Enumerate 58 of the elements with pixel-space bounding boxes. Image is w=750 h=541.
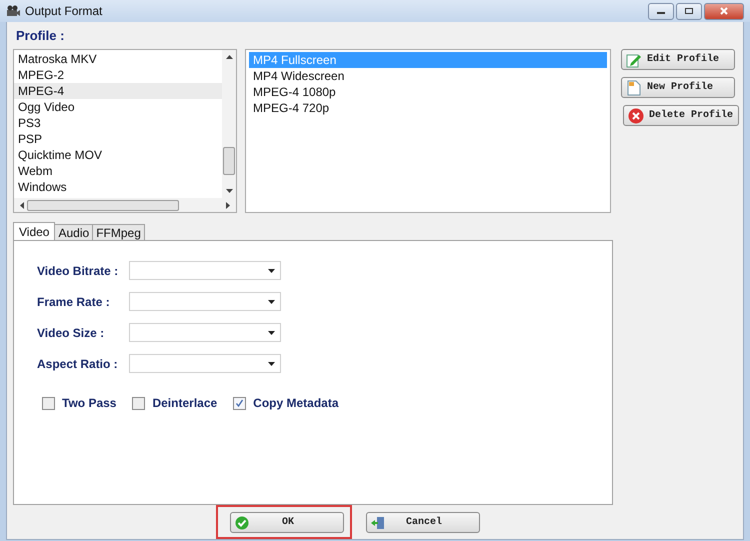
profile-item[interactable]: MPEG-4 1080p: [249, 84, 607, 100]
field-label: Video Size :: [37, 326, 106, 340]
format-item[interactable]: MPEG-2: [14, 67, 222, 83]
checkbox[interactable]: [42, 396, 55, 410]
checkbox-label: Two Pass: [62, 396, 116, 410]
scrollbar-thumb[interactable]: [223, 147, 235, 175]
format-item[interactable]: PSP: [14, 131, 222, 147]
profile-item[interactable]: MP4 Widescreen: [249, 68, 607, 84]
down-arrow-icon: [226, 189, 232, 194]
horizontal-scrollbar[interactable]: [14, 198, 236, 212]
scrollbar-thumb[interactable]: [27, 200, 179, 210]
format-item[interactable]: Windows: [14, 179, 222, 195]
format-item[interactable]: Matroska MKV: [14, 51, 222, 67]
up-arrow-icon: [226, 54, 232, 59]
dropdown-field[interactable]: [129, 354, 281, 373]
profile-label: Profile :: [16, 28, 64, 43]
maximize-button[interactable]: [676, 2, 702, 20]
format-item[interactable]: PS3: [14, 115, 222, 131]
delete-icon: [628, 108, 644, 124]
delete-profile-button[interactable]: Delete Profile: [623, 105, 739, 126]
cancel-button[interactable]: Cancel: [366, 512, 480, 533]
minimize-button[interactable]: [648, 2, 674, 20]
checkbox[interactable]: [233, 396, 246, 410]
checkbox-label: Deinterlace: [152, 396, 218, 410]
pencil-note-icon: [626, 52, 642, 68]
checkbox[interactable]: [132, 396, 146, 410]
caret-icon: [268, 268, 275, 272]
window-title: Output Format: [25, 4, 102, 18]
exit-door-icon: [371, 516, 385, 530]
format-item[interactable]: Ogg Video: [14, 99, 222, 115]
tab[interactable]: Video: [13, 222, 56, 240]
ok-button[interactable]: OK: [230, 512, 344, 533]
tab[interactable]: Audio: [54, 224, 94, 240]
caret-icon: [268, 300, 275, 304]
left-arrow-icon: [19, 202, 24, 208]
checkbox-label: Copy Metadata: [253, 396, 339, 410]
field-label: Video Bitrate :: [37, 264, 120, 278]
right-arrow-icon: [226, 202, 231, 208]
field-label: Frame Rate :: [37, 294, 111, 308]
document-icon: [626, 80, 642, 96]
format-item[interactable]: Quicktime MOV: [14, 147, 222, 163]
new-profile-button[interactable]: New Profile: [621, 77, 735, 98]
checkmark-icon: [235, 516, 249, 530]
dropdown-field[interactable]: [129, 323, 281, 342]
caret-icon: [268, 362, 275, 366]
maximize-icon: [684, 7, 694, 15]
caret-icon: [268, 330, 275, 334]
tab[interactable]: FFMpeg: [92, 224, 145, 240]
edit-profile-button[interactable]: Edit Profile: [621, 49, 735, 70]
close-icon: [719, 7, 729, 15]
dropdown-field[interactable]: [129, 292, 281, 311]
format-item[interactable]: Webm: [14, 163, 222, 179]
close-button[interactable]: [704, 2, 744, 20]
format-item[interactable]: MPEG-4: [14, 83, 222, 99]
vertical-scrollbar[interactable]: [222, 50, 236, 198]
profile-item[interactable]: MPEG-4 720p: [249, 100, 607, 116]
dropdown-field[interactable]: [129, 261, 281, 280]
field-label: Aspect Ratio :: [37, 356, 119, 370]
